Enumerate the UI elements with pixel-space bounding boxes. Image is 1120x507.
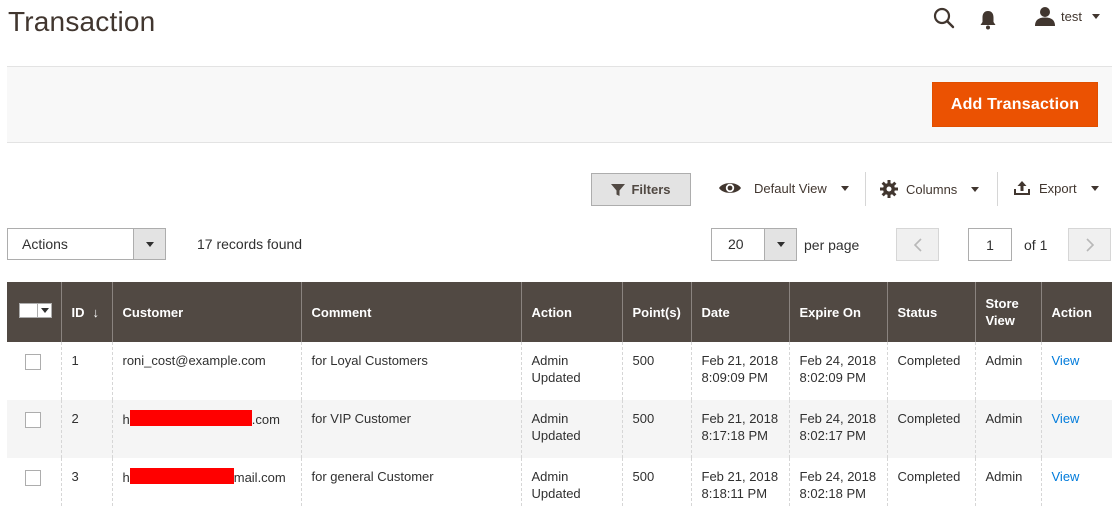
export-label: Export	[1039, 180, 1077, 196]
cell-expire-on: Feb 24, 2018 8:02:18 PM	[788, 458, 887, 507]
cell-customer: h mail.com	[111, 458, 301, 507]
columns-label: Columns	[906, 181, 958, 197]
cell-action: Admin Updated	[520, 400, 622, 458]
search-button[interactable]	[932, 6, 956, 30]
cell-comment: for VIP Customer	[300, 400, 521, 458]
column-header-points[interactable]: Point(s)	[621, 282, 691, 342]
toolbar-divider	[865, 172, 866, 206]
cell-date: Feb 21, 2018 8:09:09 PM	[690, 342, 789, 400]
per-page-select[interactable]: 20	[711, 228, 797, 261]
row-checkbox[interactable]	[25, 354, 41, 370]
row-checkbox[interactable]	[25, 470, 41, 486]
column-header-store-view[interactable]: Store View	[974, 282, 1041, 342]
export-icon	[1014, 181, 1030, 195]
chevron-down-icon	[40, 308, 49, 313]
column-header-status[interactable]: Status	[886, 282, 975, 342]
user-account-menu[interactable]: test	[1035, 6, 1100, 26]
eye-icon	[719, 183, 741, 193]
bell-icon	[980, 11, 996, 30]
view-link[interactable]: View	[1052, 353, 1080, 368]
page-title: Transaction	[8, 6, 156, 37]
transactions-grid: ID ↓ Customer Comment Action Point(s) Dat…	[7, 282, 1112, 507]
cell-points: 500	[621, 342, 691, 400]
chevron-down-icon	[776, 242, 785, 247]
table-row: 1 roni_cost@example.com for Loyal Custom…	[7, 342, 1112, 400]
cell-status: Completed	[886, 400, 975, 458]
cell-action: Admin Updated	[520, 342, 622, 400]
user-icon	[1035, 7, 1056, 26]
previous-page-button[interactable]	[896, 228, 939, 261]
sort-arrow-icon: ↓	[92, 304, 100, 320]
column-header-comment[interactable]: Comment	[300, 282, 521, 342]
chevron-left-icon	[913, 237, 922, 252]
chevron-down-icon	[1092, 13, 1100, 19]
records-found: 17 records found	[197, 236, 303, 252]
page-actions-bar: Add Transaction	[7, 66, 1112, 143]
row-checkbox[interactable]	[25, 412, 41, 428]
cell-store-view: Admin	[974, 458, 1041, 507]
view-link[interactable]: View	[1052, 411, 1080, 426]
search-icon	[933, 7, 955, 29]
cell-date: Feb 21, 2018 8:17:18 PM	[690, 400, 789, 458]
user-name: test	[1061, 8, 1082, 24]
filters-button[interactable]: Filters	[591, 173, 691, 206]
mass-actions-select[interactable]: Actions	[7, 228, 166, 260]
column-header-actions: Action	[1040, 282, 1112, 342]
cell-id: 1	[60, 342, 112, 400]
cell-id: 3	[60, 458, 112, 507]
cell-points: 500	[621, 458, 691, 507]
chevron-down-icon	[1090, 185, 1099, 191]
add-transaction-button[interactable]: Add Transaction	[932, 82, 1098, 127]
chevron-down-icon	[145, 241, 154, 247]
page-number-input[interactable]	[968, 228, 1012, 261]
redaction-bar	[129, 468, 234, 484]
default-view-label: Default View	[754, 180, 827, 196]
cell-date: Feb 21, 2018 8:18:11 PM	[690, 458, 789, 507]
cell-store-view: Admin	[974, 342, 1041, 400]
per-page-label: per page	[804, 237, 860, 253]
funnel-icon	[611, 183, 626, 196]
cell-customer: roni_cost@example.com	[111, 342, 301, 400]
mass-actions-value: Actions	[22, 236, 68, 252]
cell-status: Completed	[886, 342, 975, 400]
columns-dropdown[interactable]: Columns	[880, 180, 980, 198]
next-page-button[interactable]	[1068, 228, 1111, 261]
per-page-value: 20	[728, 236, 744, 252]
cell-expire-on: Feb 24, 2018 8:02:09 PM	[788, 342, 887, 400]
column-header-action[interactable]: Action	[520, 282, 622, 342]
cell-comment: for general Customer	[300, 458, 521, 507]
redaction-bar	[129, 410, 252, 426]
mass-select-checkbox[interactable]	[19, 303, 52, 318]
cell-points: 500	[621, 400, 691, 458]
cell-customer: h .com	[111, 400, 301, 458]
export-dropdown[interactable]: Export	[1013, 180, 1099, 196]
table-row: 3 h mail.com for general Customer Admin Up…	[7, 458, 1112, 507]
cell-action: Admin Updated	[520, 458, 622, 507]
column-header-id[interactable]: ID ↓	[60, 282, 112, 342]
mass-actions-toggle[interactable]	[133, 229, 165, 259]
view-link[interactable]: View	[1052, 469, 1080, 484]
cell-comment: for Loyal Customers	[300, 342, 521, 400]
page-count: of 1	[1024, 237, 1048, 253]
gear-icon	[880, 180, 898, 198]
chevron-right-icon	[1085, 237, 1094, 252]
cell-expire-on: Feb 24, 2018 8:02:17 PM	[788, 400, 887, 458]
filters-label: Filters	[631, 182, 671, 197]
cell-store-view: Admin	[974, 400, 1041, 458]
cell-id: 2	[60, 400, 112, 458]
column-header-expire-on[interactable]: Expire On	[788, 282, 887, 342]
grid-header-row: ID ↓ Customer Comment Action Point(s) Dat…	[7, 282, 1112, 342]
column-header-date[interactable]: Date	[690, 282, 789, 342]
column-header-customer[interactable]: Customer	[111, 282, 301, 342]
toolbar-divider	[997, 172, 998, 206]
cell-status: Completed	[886, 458, 975, 507]
select-all-header[interactable]	[7, 282, 61, 342]
default-view-dropdown[interactable]: Default View	[718, 180, 849, 196]
notifications-button[interactable]	[976, 8, 1000, 32]
table-row: 2 h .com for VIP Customer Admin Updated 50…	[7, 400, 1112, 458]
chevron-down-icon	[971, 186, 980, 192]
per-page-toggle[interactable]	[764, 229, 796, 260]
chevron-down-icon	[840, 185, 849, 191]
